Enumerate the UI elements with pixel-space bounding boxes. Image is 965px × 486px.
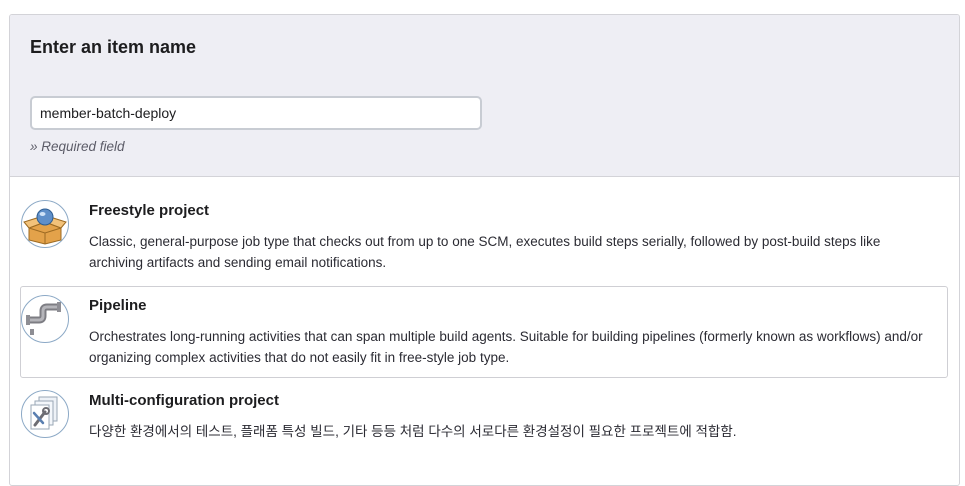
new-item-panel: Enter an item name » Required field Free… bbox=[9, 14, 960, 486]
required-field-note: » Required field bbox=[30, 139, 125, 154]
pipeline-icon bbox=[21, 295, 69, 343]
job-type-name: Freestyle project bbox=[89, 202, 210, 219]
item-name-input[interactable] bbox=[30, 96, 482, 130]
item-name-section: Enter an item name » Required field bbox=[10, 15, 959, 177]
job-type-description: 다양한 환경에서의 테스트, 플래폼 특성 빌드, 기타 등등 처럼 다수의 서… bbox=[89, 424, 737, 439]
job-type-name: Multi-configuration project bbox=[89, 392, 279, 409]
job-type-multi-configuration[interactable]: Multi-configuration project 다양한 환경에서의 테스… bbox=[20, 381, 948, 473]
multi-configuration-project-icon bbox=[21, 390, 69, 438]
job-type-description: Classic, general-purpose job type that c… bbox=[89, 234, 881, 270]
freestyle-project-icon bbox=[21, 200, 69, 248]
job-type-name: Pipeline bbox=[89, 297, 147, 314]
page-title: Enter an item name bbox=[30, 37, 197, 57]
job-type-freestyle[interactable]: Freestyle project Classic, general-purpo… bbox=[20, 191, 948, 283]
job-type-description: Orchestrates long-running activities tha… bbox=[89, 329, 923, 365]
job-type-pipeline[interactable]: Pipeline Orchestrates long-running activ… bbox=[20, 286, 948, 378]
